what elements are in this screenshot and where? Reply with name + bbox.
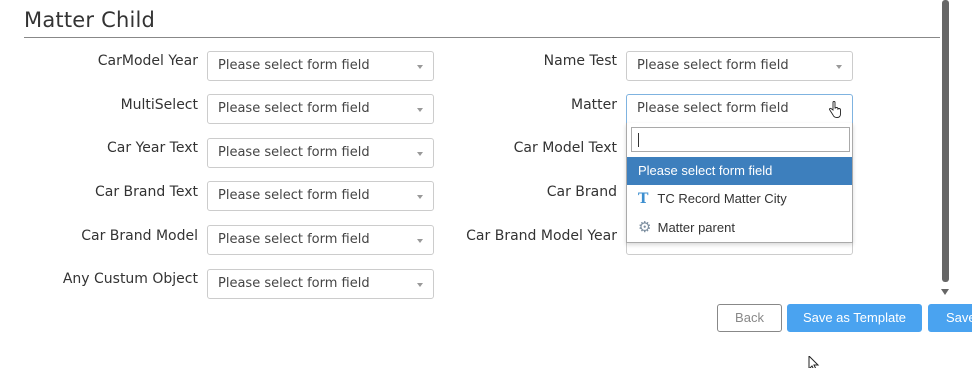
back-button[interactable]: Back — [717, 304, 782, 332]
scrollbar-thumb[interactable] — [942, 0, 949, 282]
field-label: Car Year Text — [107, 140, 198, 156]
field-label: Any Custum Object — [62, 271, 198, 287]
save-button[interactable]: Save — [928, 304, 972, 332]
name-test-select[interactable]: Please select form field — [626, 51, 853, 81]
chevron-down-icon — [417, 195, 423, 199]
hand-pointer-icon — [829, 101, 841, 118]
field-label: Car Brand Model — [81, 228, 198, 244]
matter-select[interactable]: Please select form field — [626, 94, 853, 124]
field-label: Car Brand — [546, 184, 617, 200]
section-divider — [24, 37, 940, 38]
option-label: Matter parent — [657, 220, 735, 235]
chevron-down-icon — [417, 65, 423, 69]
option-label: TC Record Matter City — [657, 191, 787, 206]
select-value: Please select form field — [218, 188, 370, 203]
field-label: Matter — [570, 97, 617, 113]
select-value: Please select form field — [218, 276, 370, 291]
select-value: Please select form field — [218, 145, 370, 160]
gear-icon: ⚙ — [638, 219, 652, 236]
scroll-down-arrow-icon[interactable] — [941, 289, 949, 295]
chevron-down-icon — [417, 283, 423, 287]
field-label: Car Brand Text — [94, 184, 198, 200]
field-label: Car Model Text — [513, 140, 617, 156]
text-type-icon: T — [638, 191, 649, 207]
dropdown-option[interactable]: Please select form field — [627, 157, 852, 185]
select-value: Please select form field — [218, 232, 370, 247]
field-label: Name Test — [543, 53, 617, 69]
select-value: Please select form field — [218, 58, 370, 73]
text-cursor — [638, 133, 639, 147]
select-value: Please select form field — [218, 101, 370, 116]
save-as-template-button[interactable]: Save as Template — [787, 304, 922, 332]
carmodel-year-select[interactable]: Please select form field — [207, 51, 434, 81]
field-label: Car Brand Model Year — [466, 228, 617, 244]
dropdown-option[interactable]: T TC Record Matter City — [627, 185, 852, 213]
dropdown-option[interactable]: ⚙ Matter parent — [627, 214, 852, 242]
select-value: Please select form field — [637, 101, 789, 116]
car-brand-text-select[interactable]: Please select form field — [207, 181, 434, 211]
chevron-down-icon — [417, 108, 423, 112]
field-label: CarModel Year — [97, 53, 198, 69]
select-value: Please select form field — [637, 58, 789, 73]
any-custum-object-select[interactable]: Please select form field — [207, 269, 434, 299]
matter-dropdown: Please select form field T TC Record Mat… — [626, 123, 853, 243]
option-label: Please select form field — [638, 163, 773, 178]
dropdown-search-input[interactable] — [631, 127, 850, 152]
field-label: MultiSelect — [120, 97, 198, 113]
multiselect-select[interactable]: Please select form field — [207, 94, 434, 124]
car-brand-model-select[interactable]: Please select form field — [207, 225, 434, 255]
car-year-text-select[interactable]: Please select form field — [207, 138, 434, 168]
section-title: Matter Child — [24, 8, 156, 32]
chevron-down-icon — [417, 152, 423, 156]
chevron-down-icon — [836, 65, 842, 69]
arrow-cursor-icon — [808, 356, 820, 368]
chevron-down-icon — [417, 239, 423, 243]
